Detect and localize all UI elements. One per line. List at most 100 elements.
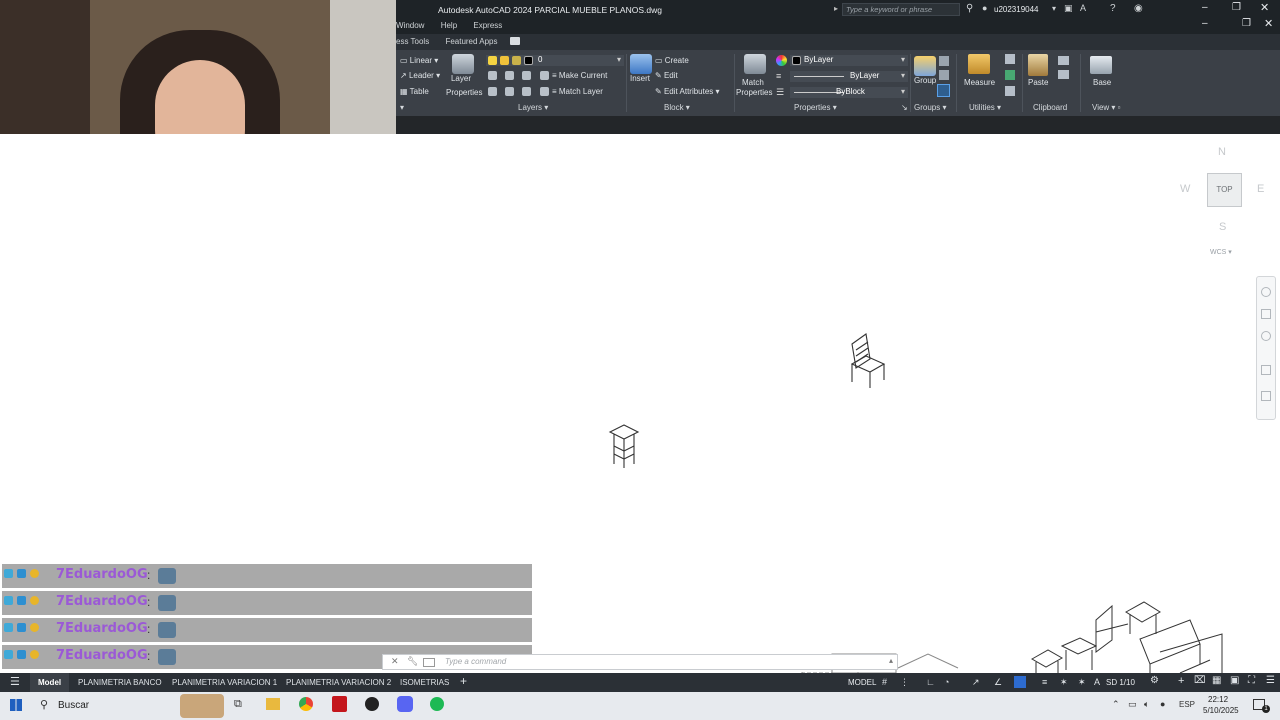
layer-lock-icon[interactable] [539,71,549,80]
steering-wheel-icon[interactable] [1261,287,1271,297]
make-current-button[interactable]: ≡ Make Current [552,71,607,80]
snap-icon[interactable]: ⋮ [900,677,909,688]
wcs-menu[interactable]: WCS ▾ [1210,248,1232,256]
cut-icon[interactable] [1058,70,1069,79]
block-panel-title[interactable]: Block ▾ [664,103,690,112]
layer-freeze-icon[interactable] [522,71,532,80]
table-button[interactable]: ▦ Table [400,87,429,96]
spotify-icon[interactable] [430,697,444,711]
tab-model[interactable]: Model [30,673,70,692]
doc-close-icon[interactable]: ✕ [1264,17,1273,30]
paste-button[interactable]: Paste [1028,78,1048,87]
tab-express-tools[interactable]: ess Tools [396,37,429,46]
utilities-panel-title[interactable]: Utilities ▾ [969,103,1001,112]
doc-minimize-icon[interactable]: – [1202,18,1208,29]
leader-button[interactable]: ↗ Leader ▾ [400,71,440,80]
isolate-objects-icon[interactable]: ⌧ [1194,675,1206,686]
minimize-icon[interactable]: – [1202,2,1208,13]
clean-screen-icon[interactable]: ▣ [1230,675,1239,686]
paste-icon[interactable] [1028,54,1048,76]
network-icon[interactable]: ▭ [1128,699,1137,710]
search-icon[interactable]: ⚲ [966,3,973,14]
viewcube-east[interactable]: E [1257,183,1264,195]
command-history-icon[interactable] [423,658,435,667]
groups-panel-title[interactable]: Groups ▾ [914,103,946,112]
copy-clip-icon[interactable] [1058,56,1069,65]
base-view-button[interactable]: Base [1093,78,1111,87]
polar-icon[interactable]: ◔ [944,677,949,687]
isodraft-icon[interactable]: ↗ [972,677,980,688]
annotation-scale-dropdown[interactable]: SD 1/10 [1106,678,1135,687]
linear-dimension-button[interactable]: ▭ Linear ▾ [400,56,438,65]
layer-unlock-icon[interactable] [539,87,549,96]
annotation-scale-icon[interactable]: A [1094,677,1100,687]
layer-unisolate-icon[interactable] [505,87,515,96]
navigation-bar[interactable] [1256,276,1276,420]
chat-username[interactable]: 7EduardoOG [56,594,148,609]
taskbar-search[interactable]: Buscar [58,700,89,711]
insert-block-button[interactable]: Insert [630,54,652,83]
clock-date[interactable]: 5/10/2025 [1203,706,1239,715]
viewcube-face-top[interactable]: TOP [1207,173,1242,207]
grid-icon[interactable]: # [882,677,887,687]
command-expand-icon[interactable]: ▴ [889,656,893,665]
base-view-icon[interactable] [1090,56,1112,74]
transparency-icon[interactable] [1014,676,1026,688]
zoom-icon[interactable] [1261,331,1271,341]
help-icon[interactable]: ? [1110,3,1116,14]
tab-planimetria-variacion-1[interactable]: PLANIMETRIA VARIACION 1 [172,678,277,687]
feedback-icon[interactable]: ◉ [1134,3,1143,14]
microphone-icon[interactable]: ● [1160,699,1165,709]
autodesk-app-icon[interactable]: A [1080,3,1086,13]
show-hidden-icons-icon[interactable]: ⌃ [1112,699,1120,710]
windows-start-icon[interactable] [10,699,22,711]
menu-window[interactable]: Window [396,21,424,30]
color-dropdown[interactable]: ByLayer ▾ [790,55,908,66]
ortho-icon[interactable]: ∟ [926,677,935,687]
add-layout-icon[interactable]: + [460,674,467,688]
layer-isolate-icon[interactable] [505,71,515,80]
viewcube-south[interactable]: S [1219,221,1226,233]
viewcube-west[interactable]: W [1180,183,1190,195]
match-properties-button[interactable] [744,54,766,74]
hardware-acceleration-icon[interactable]: ▦ [1212,675,1221,686]
command-line[interactable]: ✕ 🔧︎ Type a command ▴ [382,654,898,670]
clock-time[interactable]: 22:12 [1208,695,1228,704]
menu-express[interactable]: Express [473,21,502,30]
model-space-toggle[interactable]: MODEL [848,678,876,687]
user-icon[interactable]: ● [982,3,987,13]
tab-isometrias[interactable]: ISOMETRIAS [400,678,449,687]
match-layer-button[interactable]: ≡ Match Layer [552,87,603,96]
restore-icon[interactable]: ❐ [1232,2,1241,13]
quick-select-icon[interactable] [1005,54,1015,64]
customization-menu-icon[interactable]: ☰ [1266,675,1275,686]
obs-icon[interactable] [365,697,379,711]
search-expand-icon[interactable]: ▸ [834,4,838,13]
color-wheel-icon[interactable] [776,55,787,66]
chat-username[interactable]: 7EduardoOG [56,621,148,636]
command-customize-icon[interactable]: 🔧︎ [407,656,418,667]
cart-icon[interactable]: ▣ [1064,3,1073,14]
layer-properties-button[interactable]: Layer [451,54,474,83]
chat-username[interactable]: 7EduardoOG [56,648,148,663]
create-block-button[interactable]: ▭ Create [655,56,689,65]
annotation-panel-title[interactable]: ▾ [400,103,404,112]
search-icon[interactable]: ⚲ [40,698,48,711]
edit-attributes-button[interactable]: ✎ Edit Attributes ▾ [655,87,720,96]
properties-launcher-icon[interactable]: ↘ [901,103,908,112]
group-selection-icon[interactable] [937,84,950,97]
layer-on-icon[interactable] [488,87,497,96]
pan-icon[interactable] [1261,309,1271,319]
language-indicator[interactable]: ESP [1179,700,1195,709]
group-edit-icon[interactable] [939,70,949,80]
object-snap-icon[interactable]: ∠ [994,677,1002,688]
lineweight-toggle-icon[interactable]: ≡ [1042,677,1047,687]
measure-button[interactable]: Measure [964,78,995,87]
username[interactable]: u202319044 [994,5,1039,14]
calculator-icon[interactable] [1005,70,1015,80]
chrome-icon[interactable] [299,697,313,711]
command-close-icon[interactable]: ✕ [391,656,399,667]
annotation-monitor-icon[interactable]: ✶ [1060,677,1068,688]
id-point-icon[interactable] [1005,86,1015,96]
user-chevron-icon[interactable]: ▾ [1052,4,1056,13]
